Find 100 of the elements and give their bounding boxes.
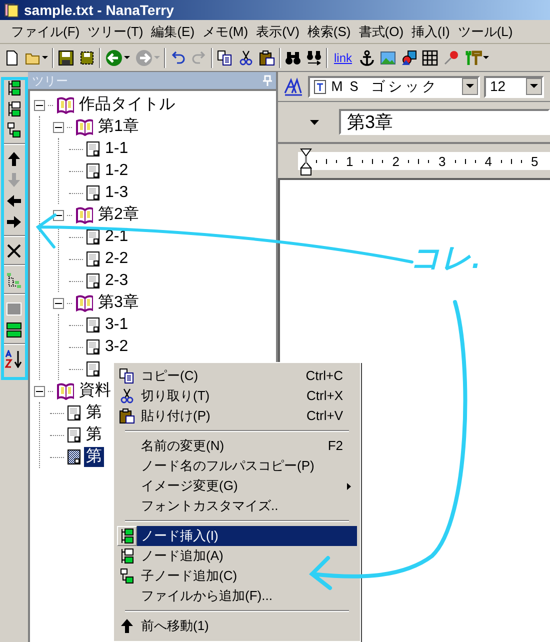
menu-item[interactable]: 編集(E): [148, 22, 198, 42]
tree-node[interactable]: 2-1: [103, 227, 130, 247]
book-icon: [75, 206, 93, 224]
tree-node[interactable]: 2-3: [103, 271, 130, 291]
pushpin-icon[interactable]: [443, 50, 460, 66]
collapse-icon[interactable]: [53, 122, 64, 132]
tools-icon[interactable]: [464, 50, 482, 66]
node-bar-icon[interactable]: [6, 320, 22, 339]
menu-item[interactable]: 子ノード追加(C): [137, 566, 357, 586]
page-icon: [86, 251, 100, 267]
menu-item[interactable]: 切り取り(T) Ctrl+X: [137, 386, 357, 406]
font-dropdown[interactable]: ＭＳ ゴシック: [308, 76, 480, 98]
indent-marker-icon[interactable]: [300, 148, 312, 176]
book-icon: [75, 118, 93, 136]
page-icon: [86, 273, 100, 289]
tree-node[interactable]: 3-1: [103, 315, 130, 335]
caret-icon[interactable]: [483, 56, 490, 60]
page-icon: [86, 141, 100, 157]
menu-item[interactable]: ノード名のフルパスコピー(P): [137, 456, 357, 476]
tree-node[interactable]: 第3章: [96, 293, 141, 313]
menu-item[interactable]: フォントカスタマイズ..: [137, 496, 357, 516]
annotation-text: コレ.: [410, 241, 480, 277]
collapse-icon[interactable]: [34, 100, 45, 110]
ruler-number: 1: [346, 154, 354, 168]
tree-node[interactable]: 1-1: [103, 139, 130, 159]
tree-node[interactable]: 作品タイトル: [77, 95, 177, 115]
tree-node[interactable]: 資料: [77, 381, 113, 401]
menu-item[interactable]: メモ(M): [200, 22, 252, 42]
font-style-icon[interactable]: [282, 76, 304, 96]
anchor-icon[interactable]: [359, 50, 376, 66]
dropdown-arrow-icon[interactable]: [310, 120, 319, 124]
tree-node[interactable]: 第1章: [96, 117, 141, 137]
truetype-icon: [314, 80, 326, 94]
node-insert-icon: [120, 528, 134, 544]
font-size-dropdown[interactable]: 12: [484, 76, 544, 98]
menu-item[interactable]: ファイルから追加(F)...: [137, 586, 357, 606]
tree-node[interactable]: 第: [84, 403, 104, 423]
menu-item[interactable]: イメージ変更(G): [137, 476, 357, 496]
book-icon: [75, 294, 93, 312]
binoculars-icon[interactable]: [306, 50, 322, 66]
menu-item[interactable]: 表示(V): [253, 22, 302, 42]
menu-item[interactable]: ツール(L): [454, 22, 516, 42]
tree-node[interactable]: 第: [84, 425, 104, 445]
page-icon: [86, 163, 100, 179]
tree-node[interactable]: 2-2: [103, 249, 130, 269]
clipboard-icon[interactable]: [259, 50, 275, 66]
collapse-icon[interactable]: [53, 298, 64, 308]
tree-node[interactable]: 3-2: [103, 337, 130, 357]
collapse-icon[interactable]: [34, 386, 45, 396]
page-icon: [86, 339, 100, 355]
heading-field[interactable]: 第3章: [339, 109, 550, 135]
scissors-icon[interactable]: [238, 50, 254, 66]
node-add-icon[interactable]: [7, 99, 21, 118]
image-icon[interactable]: [380, 50, 396, 66]
menu-item[interactable]: 挿入(I): [408, 22, 453, 42]
tree-icon[interactable]: [6, 270, 22, 289]
shapes-icon[interactable]: [401, 50, 418, 66]
table-icon[interactable]: [422, 50, 438, 66]
tree-node[interactable]: 1-2: [103, 161, 130, 181]
page-icon: [67, 427, 81, 443]
node-add-icon: [120, 548, 134, 564]
menu-item[interactable]: ノード挿入(I): [137, 526, 357, 546]
ruler-number: 2: [392, 154, 400, 168]
menu-item[interactable]: ノード追加(A): [137, 546, 357, 566]
link-button[interactable]: link: [332, 48, 354, 66]
window-title: sample.txt - NanaTerry: [24, 0, 174, 20]
child-node-icon[interactable]: [7, 120, 21, 139]
clipboard-icon: [119, 408, 135, 424]
menu-item[interactable]: ファイル(F): [8, 22, 83, 42]
caret-icon[interactable]: [42, 56, 48, 60]
caret-icon[interactable]: [124, 56, 130, 60]
panel-title: ツリー: [32, 72, 68, 90]
page-icon[interactable]: [4, 50, 20, 66]
page-icon: [86, 317, 100, 333]
tree-node[interactable]: 第2章: [96, 205, 141, 225]
menu-item[interactable]: 貼り付け(P) Ctrl+V: [137, 406, 357, 426]
menu-item[interactable]: 検索(S): [304, 22, 354, 42]
menu-item[interactable]: ツリー(T): [84, 22, 146, 42]
menu-item[interactable]: 書式(O): [356, 22, 407, 42]
child-node-icon: [120, 568, 134, 584]
app-icon: [4, 2, 20, 18]
sort-icon[interactable]: [5, 349, 23, 368]
undo-icon[interactable]: [170, 50, 186, 66]
scissors-icon: [119, 388, 135, 404]
save-icon[interactable]: [79, 50, 95, 66]
ruler-number: 3: [438, 154, 446, 168]
menu-item[interactable]: 名前の変更(N) F2: [137, 436, 357, 456]
ruler-number: 5: [530, 154, 538, 168]
font-name: ＭＳ ゴシック: [330, 77, 440, 96]
menu-item[interactable]: 前へ移動(1): [137, 616, 357, 636]
binoculars-icon[interactable]: [285, 50, 301, 66]
copy-icon[interactable]: [217, 50, 233, 66]
page-icon: [86, 229, 100, 245]
book-icon: [56, 382, 74, 400]
save-icon[interactable]: [58, 50, 74, 66]
menu-item[interactable]: コピー(C) Ctrl+C: [137, 366, 357, 386]
node-insert-icon[interactable]: [7, 78, 21, 97]
tree-node[interactable]: 1-3: [103, 183, 130, 203]
up-arrow-icon: [120, 618, 134, 634]
tree-node[interactable]: 第: [84, 447, 104, 467]
